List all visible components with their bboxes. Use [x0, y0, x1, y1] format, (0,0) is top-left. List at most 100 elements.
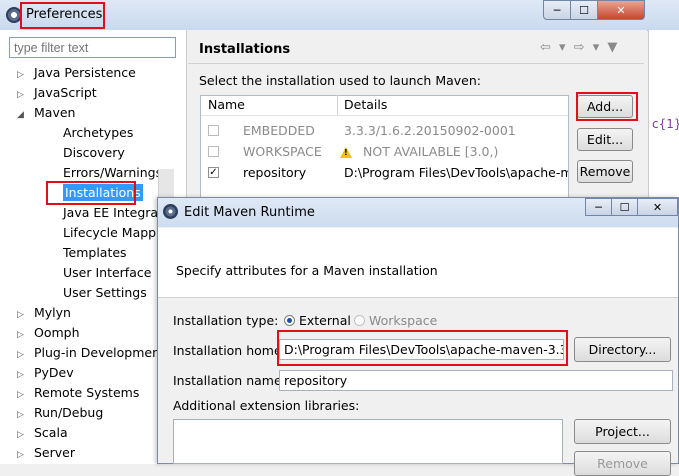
- project-button[interactable]: Project...: [574, 419, 671, 444]
- table-row[interactable]: EMBEDDED 3.3.3/1.6.2.20150902-0001: [201, 120, 568, 140]
- tree-item-label: Oomph: [34, 325, 80, 340]
- tree-item[interactable]: Lifecycle Mapping: [17, 223, 177, 243]
- tree-item[interactable]: Errors/Warnings: [17, 163, 177, 183]
- type-workspace-radio: Workspace: [354, 313, 437, 328]
- close-icon: ✕: [616, 3, 626, 17]
- tree-item[interactable]: ▷ Mylyn: [17, 303, 177, 323]
- tree-item[interactable]: ▷ Run/Debug: [17, 403, 177, 423]
- extension-libraries-list[interactable]: [173, 419, 563, 464]
- tree-item-label: User Settings: [63, 285, 147, 300]
- tree-item-label: Server: [34, 445, 75, 460]
- expand-arrow-icon[interactable]: ▷: [17, 305, 27, 325]
- dialog-title: Edit Maven Runtime: [184, 205, 315, 220]
- expand-arrow-icon[interactable]: ▷: [17, 385, 27, 405]
- expand-arrow-icon[interactable]: ▷: [17, 445, 27, 465]
- tree-item[interactable]: Templates: [17, 243, 177, 263]
- expand-arrow-icon[interactable]: ▷: [17, 65, 27, 85]
- type-external-radio[interactable]: External: [284, 313, 351, 328]
- expand-arrow-icon[interactable]: ▷: [17, 85, 27, 105]
- background-editor-edge: [648, 30, 679, 200]
- install-name-field[interactable]: repository: [279, 370, 673, 391]
- installation-name: WORKSPACE: [243, 144, 322, 159]
- tree-item-label: Errors/Warnings: [63, 165, 163, 180]
- title-highlight-box: [20, 2, 105, 29]
- installation-name: repository: [243, 165, 307, 180]
- expand-arrow-icon[interactable]: ▷: [17, 365, 27, 385]
- tree-item[interactable]: Discovery: [17, 143, 177, 163]
- tree-item[interactable]: ▷ JavaScript: [17, 83, 177, 103]
- tree-item-label: Scala: [34, 425, 68, 440]
- filter-input[interactable]: [9, 37, 176, 58]
- background-code-snippet: c{1}: [652, 117, 679, 131]
- expand-arrow-icon[interactable]: ◢: [17, 105, 27, 125]
- close-button[interactable]: ✕: [597, 0, 645, 20]
- minimize-icon: ─: [553, 3, 561, 17]
- tree-item[interactable]: Archetypes: [17, 123, 177, 143]
- page-title: Installations: [199, 42, 291, 57]
- warning-icon: [340, 145, 352, 160]
- home-highlight-box: [277, 330, 568, 366]
- column-header-name[interactable]: Name: [208, 95, 245, 115]
- row-checkbox[interactable]: [208, 125, 219, 136]
- dialog-maximize-button[interactable]: ☐: [611, 198, 638, 216]
- maximize-icon: ☐: [579, 3, 589, 17]
- page-navigation[interactable]: ⇦ ▾ ⇨ ▾ ▼: [540, 40, 619, 55]
- column-separator: [337, 95, 338, 115]
- table-row[interactable]: ✓ repository D:\Program Files\DevTools\a…: [201, 162, 568, 182]
- header-divider: [201, 115, 568, 116]
- dialog-close-button[interactable]: ✕: [637, 198, 678, 216]
- install-home-label: Installation home:: [173, 343, 286, 358]
- add-highlight-box: [576, 92, 638, 121]
- installation-details: NOT AVAILABLE [3.0,): [363, 144, 499, 159]
- row-checkbox[interactable]: ✓: [208, 167, 219, 178]
- expand-arrow-icon[interactable]: ▷: [17, 345, 27, 365]
- tree-item[interactable]: ▷ Remote Systems: [17, 383, 177, 403]
- dialog-description: Specify attributes for a Maven installat…: [176, 263, 438, 278]
- edit-button[interactable]: Edit...: [577, 128, 633, 151]
- installation-name: EMBEDDED: [243, 123, 315, 138]
- tree-item-label: JavaScript: [34, 85, 97, 100]
- remove-button[interactable]: Remove: [577, 160, 633, 183]
- row-checkbox[interactable]: [208, 146, 219, 157]
- tree-item[interactable]: ▷ Server: [17, 443, 177, 463]
- column-header-details[interactable]: Details: [344, 95, 387, 115]
- tree-item[interactable]: ▷ Java Persistence: [17, 63, 177, 83]
- minimize-button[interactable]: ─: [543, 0, 571, 20]
- tree-item-label: Maven: [34, 105, 76, 120]
- installations-highlight-box: [46, 181, 136, 205]
- page-description: Select the installation used to launch M…: [199, 73, 481, 88]
- expand-arrow-icon[interactable]: ▷: [17, 425, 27, 445]
- tree-item[interactable]: ▷ Oomph: [17, 323, 177, 343]
- table-row[interactable]: WORKSPACE NOT AVAILABLE [3.0,): [201, 141, 568, 161]
- tree-item[interactable]: ◢ Maven: [17, 103, 177, 123]
- expand-arrow-icon[interactable]: ▷: [17, 405, 27, 425]
- tree-item-label: PyDev: [34, 365, 74, 380]
- tree-item[interactable]: User Interface: [17, 263, 177, 283]
- tree-item-label: Discovery: [63, 145, 125, 160]
- tree-item-label: Run/Debug: [34, 405, 104, 420]
- tree-item-label: Mylyn: [34, 305, 71, 320]
- install-type-label: Installation type:: [173, 313, 279, 328]
- dialog-minimize-button[interactable]: ─: [585, 198, 612, 216]
- expand-arrow-icon[interactable]: ▷: [17, 325, 27, 345]
- tree-item-label: Archetypes: [63, 125, 134, 140]
- title-divider: [188, 63, 644, 64]
- installation-details: 3.3.3/1.6.2.20150902-0001: [344, 123, 516, 138]
- tree-item[interactable]: ▷ PyDev: [17, 363, 177, 383]
- tree-item-label: Remote Systems: [34, 385, 140, 400]
- install-name-label: Installation name:: [173, 373, 286, 388]
- tree-item[interactable]: ▷ Scala: [17, 423, 177, 443]
- preferences-tree: ▷ Java Persistence ▷ JavaScript ◢ Maven Archet…: [17, 63, 177, 463]
- eclipse-dialog-icon: [163, 204, 178, 219]
- tree-item[interactable]: Java EE Integratio: [17, 203, 177, 223]
- tree-item[interactable]: ▷ Plug-in Development: [17, 343, 177, 363]
- tree-item-label: User Interface: [63, 265, 152, 280]
- tree-item-label: Templates: [63, 245, 127, 260]
- extension-libraries-label: Additional extension libraries:: [173, 398, 360, 413]
- maximize-button[interactable]: ☐: [570, 0, 598, 20]
- maximize-icon: ☐: [619, 200, 630, 214]
- tree-item[interactable]: User Settings: [17, 283, 177, 303]
- tree-item-label: Plug-in Development: [34, 345, 165, 360]
- directory-button[interactable]: Directory...: [574, 337, 671, 362]
- radio-disabled-icon: [354, 315, 365, 326]
